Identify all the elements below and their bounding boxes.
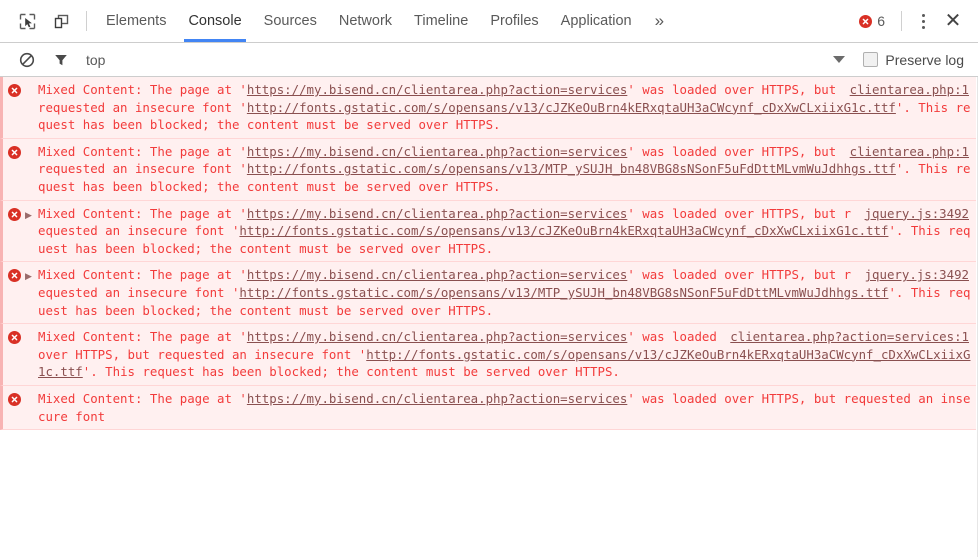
console-message[interactable]: ▶Mixed Content: The page at 'https://my.… <box>0 200 977 263</box>
error-circle-icon <box>3 205 25 221</box>
toolbar-divider-right <box>901 11 902 31</box>
error-circle-icon <box>3 328 25 345</box>
log-level-caret-down-icon[interactable] <box>833 56 846 63</box>
tab-elements[interactable]: Elements <box>95 0 177 42</box>
error-circle-icon <box>3 81 25 97</box>
console-message-segment: Mixed Content: The page at ' <box>38 390 247 406</box>
expand-triangle-icon[interactable]: ▶ <box>25 266 38 281</box>
execution-context-selector[interactable]: top <box>86 52 105 68</box>
close-icon[interactable]: ✕ <box>936 6 970 36</box>
devtools-panel: Elements Console Sources Network Timelin… <box>0 0 978 557</box>
close-label: ✕ <box>944 10 962 32</box>
expand-triangle-icon[interactable]: ▶ <box>25 205 38 220</box>
clear-console-icon[interactable] <box>10 45 44 75</box>
tab-sources[interactable]: Sources <box>253 0 328 42</box>
console-message-text: Mixed Content: The page at 'https://my.b… <box>38 266 977 319</box>
console-message-url[interactable]: https://my.bisend.cn/clientarea.php?acti… <box>247 329 627 344</box>
console-message-text: Mixed Content: The page at 'https://my.b… <box>38 205 977 258</box>
error-circle-icon <box>3 266 25 283</box>
tab-sources-label: Sources <box>263 13 317 29</box>
error-count-badge[interactable]: 6 <box>851 13 893 29</box>
console-message-url[interactable]: http://fonts.gstatic.com/s/opensans/v13/… <box>247 161 896 176</box>
error-circle-icon <box>3 143 25 159</box>
more-tabs-label: » <box>654 11 665 30</box>
console-message-list[interactable]: ▶Mixed Content: The page at 'https://my.… <box>0 77 978 557</box>
console-message-text: Mixed Content: The page at 'https://my.b… <box>38 143 977 196</box>
console-message-source-link[interactable]: clientarea.php?action=services:1 <box>730 328 969 346</box>
console-message-segment: Mixed Content: The page at ' <box>38 82 247 97</box>
console-message[interactable]: ▶Mixed Content: The page at 'https://my.… <box>0 324 977 386</box>
tab-profiles-label: Profiles <box>490 13 539 29</box>
tab-application[interactable]: Application <box>550 0 643 42</box>
toolbar-right-group: 6 ✕ <box>851 0 978 42</box>
console-message[interactable]: ▶Mixed Content: The page at 'https://my.… <box>0 138 977 201</box>
tab-console[interactable]: Console <box>177 0 252 42</box>
console-message-text: Mixed Content: The page at 'https://my.b… <box>38 390 977 425</box>
console-message-source-link[interactable]: clientarea.php:1 <box>850 143 969 161</box>
console-message[interactable]: ▶Mixed Content: The page at 'https://my.… <box>0 77 977 139</box>
console-message[interactable]: ▶Mixed Content: The page at 'https://my.… <box>0 262 977 325</box>
console-message-segment: '. This request has been blocked; the co… <box>82 364 620 380</box>
console-message-url[interactable]: http://fonts.gstatic.com/s/opensans/v13/… <box>239 223 888 238</box>
console-message-segment: Mixed Content: The page at ' <box>38 143 247 159</box>
console-message-source-link[interactable]: clientarea.php:1 <box>850 81 969 99</box>
console-message[interactable]: ▶Mixed Content: The page at 'https://my.… <box>0 385 977 431</box>
device-toolbar-icon[interactable] <box>44 6 78 36</box>
tab-application-label: Application <box>560 13 632 29</box>
preserve-log-checkbox[interactable]: Preserve log <box>863 52 964 68</box>
console-message-url[interactable]: https://my.bisend.cn/clientarea.php?acti… <box>247 82 627 97</box>
tab-console-label: Console <box>188 13 242 29</box>
console-message-url[interactable]: https://my.bisend.cn/clientarea.php?acti… <box>247 391 627 406</box>
console-message-segment: Mixed Content: The page at ' <box>38 267 247 283</box>
tab-profiles[interactable]: Profiles <box>479 0 549 42</box>
console-message-url[interactable]: http://fonts.gstatic.com/s/opensans/v13/… <box>239 285 888 300</box>
tab-timeline[interactable]: Timeline <box>403 0 479 42</box>
more-tabs-chevron-icon[interactable]: » <box>643 0 676 42</box>
devtools-main-toolbar: Elements Console Sources Network Timelin… <box>0 0 978 43</box>
error-circle-icon <box>3 390 25 406</box>
preserve-log-label: Preserve log <box>885 51 964 68</box>
tab-network-label: Network <box>338 13 393 29</box>
console-message-url[interactable]: https://my.bisend.cn/clientarea.php?acti… <box>247 267 627 282</box>
console-message-segment: Mixed Content: The page at ' <box>38 205 247 221</box>
error-count-label: 6 <box>877 13 885 29</box>
tab-timeline-label: Timeline <box>414 13 469 29</box>
filter-funnel-icon[interactable] <box>44 45 78 75</box>
console-message-url[interactable]: https://my.bisend.cn/clientarea.php?acti… <box>247 206 627 221</box>
console-message-text: Mixed Content: The page at 'https://my.b… <box>38 81 977 134</box>
error-circle-icon <box>859 14 873 28</box>
inspect-cursor-icon[interactable] <box>10 6 44 36</box>
tab-network[interactable]: Network <box>328 0 403 42</box>
console-scrollbar[interactable] <box>976 77 977 557</box>
console-message-source-link[interactable]: jquery.js:3492 <box>865 205 969 223</box>
console-message-url[interactable]: https://my.bisend.cn/clientarea.php?acti… <box>247 144 627 159</box>
tab-elements-label: Elements <box>106 13 167 29</box>
preserve-log-checkbox-box[interactable] <box>863 52 879 67</box>
console-message-segment: Mixed Content: The page at ' <box>38 329 247 345</box>
console-message-source-link[interactable]: jquery.js:3492 <box>865 266 969 284</box>
console-message-url[interactable]: http://fonts.gstatic.com/s/opensans/v13/… <box>247 100 896 115</box>
toolbar-divider <box>86 11 87 31</box>
vertical-dots-icon[interactable] <box>910 7 936 35</box>
console-filter-toolbar: top Preserve log <box>0 43 978 77</box>
devtools-tab-list: Elements Console Sources Network Timelin… <box>95 0 851 42</box>
toolbar-left-group <box>0 0 95 42</box>
